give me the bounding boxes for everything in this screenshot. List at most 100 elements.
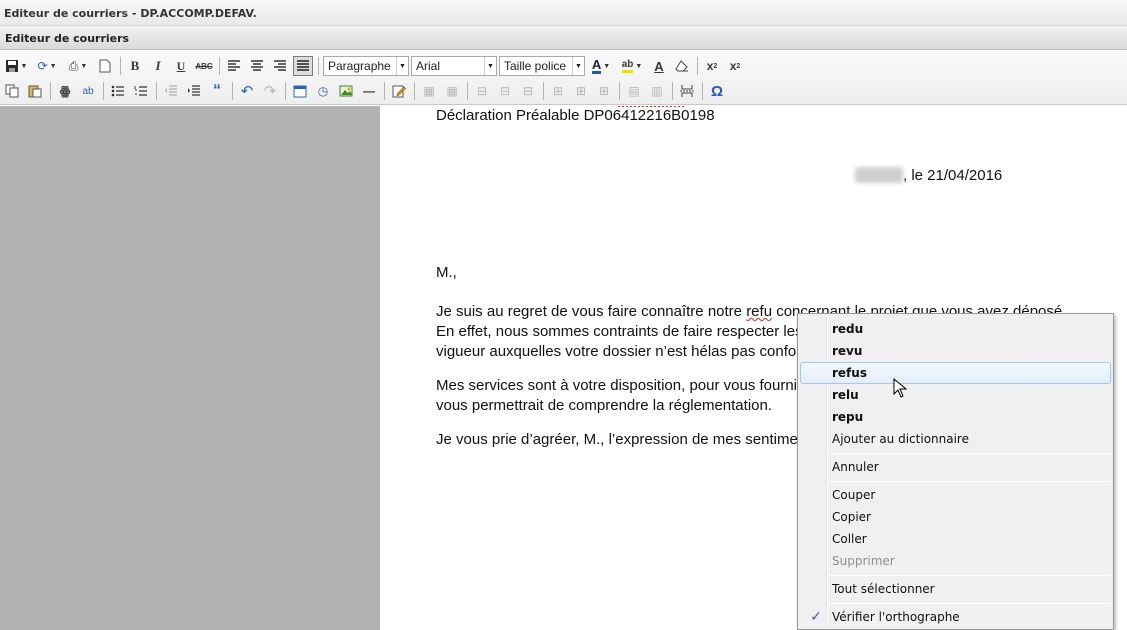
font-style-icon: A bbox=[654, 58, 664, 74]
suggestion-repu[interactable]: repu bbox=[800, 406, 1111, 428]
new-document-button[interactable] bbox=[95, 56, 115, 76]
toolbar-separator bbox=[672, 82, 673, 100]
find-button[interactable]: ꙮ bbox=[55, 81, 75, 101]
checkmark-icon: ✓ bbox=[810, 609, 822, 625]
suggestion-redu[interactable]: redu bbox=[800, 318, 1111, 340]
underline-button[interactable]: U bbox=[171, 56, 191, 76]
table-delete-row-button[interactable]: ⊟ bbox=[495, 81, 515, 101]
suggestion-refus[interactable]: refus bbox=[800, 362, 1111, 384]
indent-button[interactable] bbox=[184, 81, 204, 101]
copy-icon bbox=[5, 84, 19, 98]
paste-icon bbox=[28, 85, 42, 98]
insert-image-button[interactable] bbox=[336, 81, 356, 101]
chevron-down-icon: ▼ bbox=[572, 57, 584, 75]
save-icon bbox=[5, 60, 18, 72]
horizontal-rule-icon: — bbox=[363, 84, 375, 98]
align-right-icon bbox=[274, 60, 286, 71]
subscript-button[interactable]: x2 bbox=[702, 56, 722, 76]
spellcheck-item[interactable]: ✓ Vérifier l'orthographe bbox=[800, 606, 1111, 628]
numbered-list-button[interactable] bbox=[131, 81, 151, 101]
image-icon bbox=[339, 85, 353, 97]
text-color-button[interactable]: A ▼ bbox=[587, 56, 615, 76]
format-select[interactable]: Paragraphe ▼ bbox=[323, 56, 409, 76]
outdent-icon bbox=[165, 85, 177, 96]
superscript-label: x bbox=[729, 59, 737, 73]
refresh-button[interactable]: ⟳ ▼ bbox=[33, 56, 61, 76]
chevron-down-icon: ▼ bbox=[20, 62, 28, 70]
font-size-select[interactable]: Taille police ▼ bbox=[499, 56, 585, 76]
window-title: Editeur de courriers - DP.ACCOMP.DEFAV. bbox=[0, 0, 1127, 26]
toolbar-separator bbox=[697, 57, 698, 75]
table-delete-col-button[interactable]: ⊞ bbox=[594, 81, 614, 101]
table-insert-col-after-button[interactable]: ⊞ bbox=[571, 81, 591, 101]
copy-format-button[interactable] bbox=[2, 81, 22, 101]
align-center-button[interactable] bbox=[247, 56, 267, 76]
italic-button[interactable]: I bbox=[148, 56, 168, 76]
chevron-down-icon: ▼ bbox=[603, 62, 611, 70]
align-left-button[interactable] bbox=[224, 56, 244, 76]
eraser-icon bbox=[675, 60, 688, 72]
table-row-after-button[interactable]: ▦ bbox=[442, 81, 462, 101]
toolbar-separator bbox=[467, 82, 468, 100]
align-justify-button[interactable] bbox=[293, 56, 313, 76]
context-menu: redu revu refus relu repu Ajouter au dic… bbox=[797, 313, 1114, 630]
table-move-row-button[interactable]: ⊟ bbox=[518, 81, 538, 101]
redo-button[interactable]: ↷ bbox=[260, 81, 280, 101]
table-row-before-button[interactable]: ▦ bbox=[419, 81, 439, 101]
font-style-button[interactable]: A bbox=[649, 56, 669, 76]
add-to-dictionary-item[interactable]: Ajouter au dictionnaire bbox=[800, 428, 1111, 450]
special-char-button[interactable]: Ω bbox=[707, 81, 727, 101]
paste-item[interactable]: Coller bbox=[800, 528, 1111, 550]
insert-date-button[interactable] bbox=[290, 81, 310, 101]
spellcheck-item-label: Vérifier l'orthographe bbox=[832, 610, 960, 624]
edit-source-button[interactable] bbox=[389, 81, 409, 101]
blockquote-button[interactable]: “ bbox=[207, 81, 227, 101]
table-merge-button[interactable]: ▤ bbox=[624, 81, 644, 101]
editor-toolbar: ▼ ⟳ ▼ ⎙ ▼ B I U ABC Paragraphe ▼ Arial ▼… bbox=[0, 51, 1127, 105]
replace-icon: ab bbox=[82, 85, 94, 97]
font-select[interactable]: Arial ▼ bbox=[411, 56, 497, 76]
suggestion-relu[interactable]: relu bbox=[800, 384, 1111, 406]
strikethrough-button[interactable]: ABC bbox=[194, 56, 214, 76]
align-right-button[interactable] bbox=[270, 56, 290, 76]
panel-title: Editeur de courriers bbox=[0, 26, 1127, 50]
table-insert-col-button[interactable]: ⊞ bbox=[548, 81, 568, 101]
highlight-color-button[interactable]: ab ▼ bbox=[618, 56, 646, 76]
bullet-list-button[interactable] bbox=[108, 81, 128, 101]
paste-button[interactable] bbox=[25, 81, 45, 101]
select-all-item[interactable]: Tout sélectionner bbox=[800, 578, 1111, 600]
toolbar-separator bbox=[384, 82, 385, 100]
table-col-icon: ⊞ bbox=[598, 84, 610, 98]
copy-item[interactable]: Copier bbox=[800, 506, 1111, 528]
replace-button[interactable]: ab bbox=[78, 81, 98, 101]
toolbar-separator bbox=[619, 82, 620, 100]
cut-item[interactable]: Couper bbox=[800, 484, 1111, 506]
calendar-icon bbox=[293, 85, 307, 98]
save-button[interactable]: ▼ bbox=[2, 56, 30, 76]
page-break-button[interactable] bbox=[677, 81, 697, 101]
toolbar-separator bbox=[232, 82, 233, 100]
clock-icon: ◷ bbox=[317, 84, 329, 98]
table-insert-row-button[interactable]: ⊟ bbox=[472, 81, 492, 101]
left-pane bbox=[0, 106, 380, 630]
table-split-button[interactable]: ▥ bbox=[647, 81, 667, 101]
outdent-button[interactable] bbox=[161, 81, 181, 101]
toolbar-separator bbox=[702, 82, 703, 100]
print-button[interactable]: ⎙ ▼ bbox=[64, 56, 92, 76]
superscript-button[interactable]: x2 bbox=[725, 56, 745, 76]
format-select-value: Paragraphe bbox=[328, 59, 391, 73]
eraser-button[interactable] bbox=[672, 56, 692, 76]
insert-time-button[interactable]: ◷ bbox=[313, 81, 333, 101]
suggestion-revu[interactable]: revu bbox=[800, 340, 1111, 362]
refresh-icon: ⟳ bbox=[37, 59, 48, 73]
select-all-item-label: Tout sélectionner bbox=[832, 582, 935, 596]
toolbar-row-1: ▼ ⟳ ▼ ⎙ ▼ B I U ABC Paragraphe ▼ Arial ▼… bbox=[2, 54, 748, 78]
undo-button[interactable]: ↶ bbox=[237, 81, 257, 101]
misspelled-word[interactable]: refu bbox=[746, 303, 772, 320]
bold-button[interactable]: B bbox=[125, 56, 145, 76]
undo-item[interactable]: Annuler bbox=[800, 456, 1111, 478]
doc-salutation: M., bbox=[436, 264, 457, 281]
table-row-icon: ⊟ bbox=[522, 84, 534, 98]
horizontal-rule-button[interactable]: — bbox=[359, 81, 379, 101]
delete-item[interactable]: Supprimer bbox=[800, 550, 1111, 572]
